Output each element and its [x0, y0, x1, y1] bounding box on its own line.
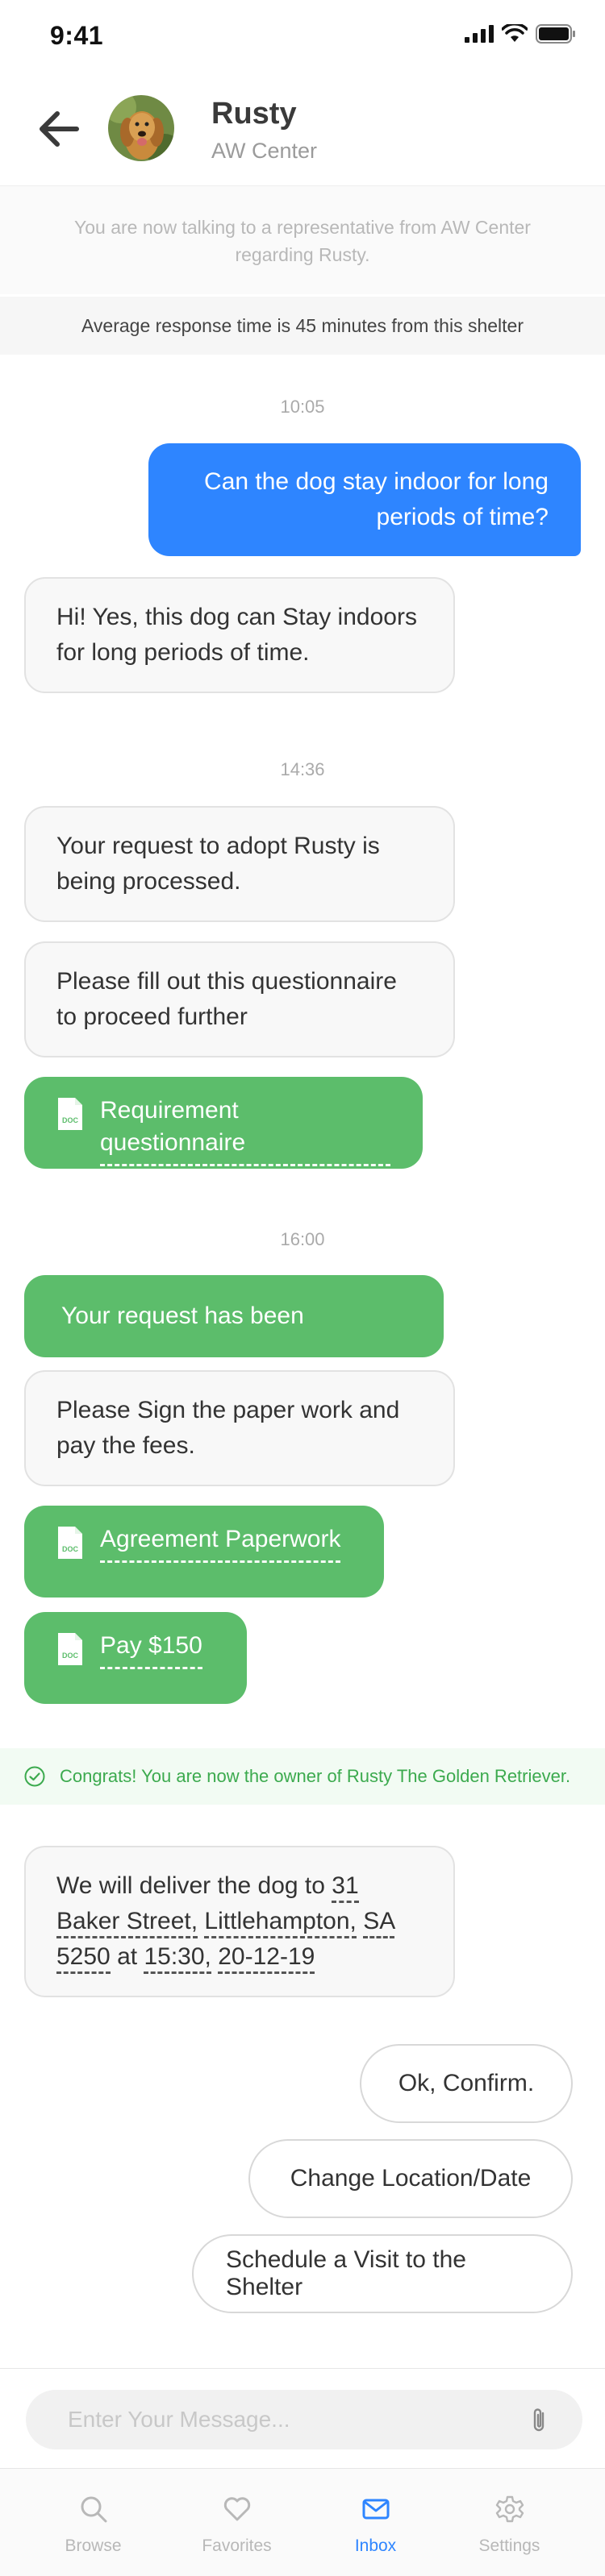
confirm-reply-button[interactable]: Ok, Confirm.	[360, 2044, 573, 2123]
status-time: 9:41	[50, 21, 104, 50]
arrow-left-icon	[40, 111, 79, 147]
tab-label: Browse	[65, 2537, 122, 2555]
delivery-address[interactable]: 31	[332, 1872, 359, 1903]
dog-name: Rusty	[211, 97, 297, 131]
status-icons	[465, 24, 576, 44]
chat-notice: You are now talking to a representative …	[0, 185, 605, 294]
status-bar: 9:41	[0, 0, 605, 73]
tab-settings[interactable]: Settings	[434, 2469, 585, 2576]
paperclip-icon[interactable]	[524, 2406, 553, 2435]
pay-fees-link[interactable]: DOC Pay $150	[24, 1612, 247, 1704]
delivery-address[interactable]: SA	[363, 1908, 394, 1938]
change-location-reply-button[interactable]: Change Location/Date	[248, 2139, 573, 2218]
tab-browse[interactable]: Browse	[18, 2469, 169, 2576]
heart-icon	[223, 2497, 251, 2521]
accepted-message: Your request has been accepted	[24, 1275, 444, 1411]
questionnaire-document-link[interactable]: DOC Requirement questionnaire	[24, 1077, 423, 1169]
back-button[interactable]	[32, 103, 84, 155]
search-icon	[81, 2496, 107, 2523]
delivery-text: at	[110, 1943, 144, 1970]
received-message: Your request to adopt Rusty is being pro…	[24, 806, 455, 922]
schedule-visit-reply-button[interactable]: Schedule a Visit to the Shelter	[192, 2234, 573, 2313]
sent-message: Can the dog stay indoor for long periods…	[148, 443, 581, 556]
svg-text:DOC: DOC	[62, 1652, 79, 1660]
congrats-text: Congrats! You are now the owner of Rusty…	[60, 1766, 571, 1786]
document-icon: DOC	[58, 1633, 82, 1665]
document-icon: DOC	[58, 1527, 82, 1559]
wifi-icon	[502, 24, 528, 42]
timestamp: 10:05	[280, 397, 325, 417]
delivery-address[interactable]: Baker Street,	[56, 1908, 198, 1938]
battery-icon	[536, 24, 575, 44]
pay-link-label: Pay $150	[100, 1630, 202, 1669]
gear-icon	[495, 2495, 524, 2523]
received-message: Please fill out this questionnaire to pr…	[24, 941, 455, 1057]
paperwork-document-link[interactable]: DOC Agreement Paperwork	[24, 1506, 384, 1598]
received-message: Hi! Yes, this dog can Stay indoors for l…	[24, 577, 455, 693]
document-link-label: Agreement Paperwork	[100, 1523, 341, 1563]
congrats-banner: Congrats! You are now the owner of Rusty…	[0, 1748, 605, 1805]
document-link-label: Requirement questionnaire	[100, 1095, 390, 1166]
svg-text:DOC: DOC	[62, 1545, 79, 1553]
signal-icon	[465, 25, 494, 43]
received-message: Please Sign the paper work and pay the f…	[24, 1370, 455, 1486]
svg-text:DOC: DOC	[62, 1116, 79, 1124]
delivery-message: We will deliver the dog to 31 Baker Stre…	[24, 1846, 455, 1997]
dog-avatar-image	[108, 95, 174, 161]
avatar[interactable]	[108, 95, 174, 161]
delivery-time[interactable]: 15:30,	[144, 1943, 211, 1974]
tab-label: Inbox	[354, 2537, 397, 2555]
timestamp: 14:36	[280, 759, 325, 779]
message-input[interactable]	[26, 2390, 582, 2449]
timestamp: 16:00	[280, 1229, 325, 1249]
delivery-address[interactable]: 5250	[56, 1943, 111, 1974]
tab-label: Settings	[478, 2537, 540, 2555]
chat-header: Rusty AW Center	[0, 73, 605, 185]
shelter-name: AW Center	[211, 139, 318, 163]
response-time-notice: Average response time is 45 minutes from…	[0, 297, 605, 355]
tab-bar: Browse Favorites Inbox Settings	[0, 2468, 605, 2576]
tab-inbox[interactable]: Inbox	[300, 2469, 451, 2576]
tab-favorites[interactable]: Favorites	[161, 2469, 312, 2576]
message-composer	[0, 2368, 605, 2466]
delivery-date[interactable]: 20-12-19	[218, 1943, 315, 1974]
delivery-address[interactable]: Littlehampton,	[204, 1908, 357, 1938]
mail-icon	[362, 2499, 390, 2520]
delivery-text: We will deliver the dog to	[56, 1872, 332, 1899]
tab-label: Favorites	[202, 2537, 272, 2555]
check-circle-icon	[24, 1766, 45, 1787]
document-icon: DOC	[58, 1098, 82, 1130]
